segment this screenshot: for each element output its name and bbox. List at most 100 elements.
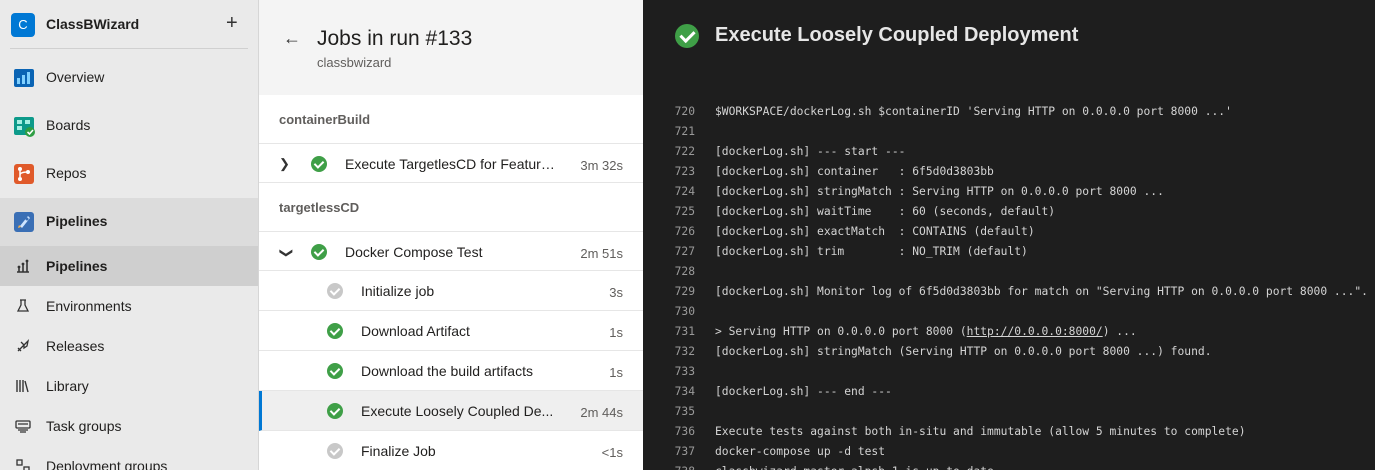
page-title: Jobs in run #133	[317, 27, 473, 50]
nav-item-overview[interactable]: Overview	[0, 54, 258, 102]
chevron-right-icon[interactable]: ❯	[279, 156, 290, 172]
log-line: 722 [dockerLog.sh] --- start ---	[643, 142, 1375, 162]
nav-section-pipelines[interactable]: Pipelines	[0, 198, 258, 246]
deployment-groups-icon	[16, 459, 30, 470]
line-number: 730	[674, 305, 695, 318]
line-number: 733	[674, 365, 695, 378]
nav-item-repos[interactable]: Repos	[0, 150, 258, 198]
job-row[interactable]: ❯ Docker Compose Test 2m 51s	[259, 231, 643, 271]
nav-item-environments[interactable]: Environments	[0, 286, 258, 326]
nav-item-label: Pipelines	[46, 213, 108, 229]
job-duration: 3m 32s	[580, 158, 623, 173]
job-name: Docker Compose Test	[345, 244, 483, 260]
repos-icon	[14, 164, 34, 184]
nav-item-label: Releases	[46, 338, 105, 354]
log-line: 734 [dockerLog.sh] --- end ---	[643, 382, 1375, 402]
line-text: [dockerLog.sh] stringMatch (Serving HTTP…	[715, 345, 1212, 358]
nav-item-library[interactable]: Library	[0, 366, 258, 406]
success-icon	[311, 156, 327, 172]
line-text: [dockerLog.sh] container : 6f5d0d3803bb	[715, 165, 994, 178]
job-row[interactable]: ❯ Execute TargetlesCD for Feature... 3m …	[259, 143, 643, 183]
line-text-segment: ) ...	[1102, 325, 1137, 338]
nav-item-releases[interactable]: Releases	[0, 326, 258, 366]
success-grey-icon	[327, 443, 343, 459]
line-number: 724	[674, 185, 695, 198]
step-duration: <1s	[601, 445, 623, 460]
nav-item-label: Environments	[46, 298, 132, 314]
log-line: 730	[643, 302, 1375, 322]
log-line: 726 [dockerLog.sh] exactMatch : CONTAINS …	[643, 222, 1375, 242]
nav-item-boards[interactable]: Boards	[0, 102, 258, 150]
jobs-header: ← Jobs in run #133 classbwizard	[259, 0, 643, 95]
step-name: Download the build artifacts	[361, 363, 533, 379]
log-line: 720 $WORKSPACE/dockerLog.sh $containerID …	[643, 102, 1375, 122]
pipelines-icon	[17, 259, 29, 273]
nav-item-label: Boards	[46, 117, 91, 133]
nav-item-label: Library	[46, 378, 89, 394]
line-number: 728	[674, 265, 695, 278]
log-line: 723 [dockerLog.sh] container : 6f5d0d3803…	[643, 162, 1375, 182]
success-icon	[327, 403, 343, 419]
line-text: [dockerLog.sh] trim : NO_TRIM (default)	[715, 245, 1028, 258]
success-icon	[327, 363, 343, 379]
line-number: 720	[674, 105, 695, 118]
success-icon	[327, 323, 343, 339]
line-text: Execute tests against both in-situ and i…	[715, 425, 1246, 438]
line-number: 723	[674, 165, 695, 178]
stage-label: targetlessCD	[279, 200, 360, 215]
organization-header: C ClassBWizard +	[0, 0, 259, 48]
line-text: [dockerLog.sh] --- start ---	[715, 145, 906, 158]
line-number: 721	[674, 125, 695, 138]
pipelines-rocket-icon	[14, 212, 34, 232]
line-number: 725	[674, 205, 695, 218]
line-number: 735	[674, 405, 695, 418]
log-lines: 720 $WORKSPACE/dockerLog.sh $containerID …	[643, 102, 1375, 470]
line-text: > Serving HTTP on 0.0.0.0 port 8000 (htt…	[715, 325, 1137, 338]
line-number: 722	[674, 145, 695, 158]
line-text: docker-compose up -d test	[715, 445, 886, 458]
pipeline-name: classbwizard	[317, 55, 392, 70]
line-number: 737	[674, 445, 695, 458]
line-number: 727	[674, 245, 695, 258]
log-line: 738 classbwizard_master_alpsb_1 is up-to-…	[643, 462, 1375, 470]
step-name: Initialize job	[361, 283, 435, 299]
log-title: Execute Loosely Coupled Deployment	[715, 24, 1079, 46]
step-row-selected[interactable]: Execute Loosely Coupled De... 2m 44s	[259, 391, 643, 431]
nav-item-task-groups[interactable]: Task groups	[0, 406, 258, 446]
success-grey-icon	[327, 283, 343, 299]
line-number: 734	[674, 385, 695, 398]
releases-icon	[17, 339, 30, 352]
log-line: 736 Execute tests against both in-situ an…	[643, 422, 1375, 442]
nav-item-pipelines[interactable]: Pipelines	[0, 246, 258, 286]
nav-item-label: Pipelines	[46, 258, 108, 274]
divider	[10, 48, 248, 49]
success-icon	[675, 24, 699, 48]
nav-item-deployment-groups[interactable]: Deployment groups	[0, 446, 258, 470]
job-duration: 2m 51s	[580, 246, 623, 261]
line-text: [dockerLog.sh] waitTime : 60 (seconds, d…	[715, 205, 1056, 218]
add-icon[interactable]: +	[226, 11, 238, 35]
step-row[interactable]: Finalize Job <1s	[259, 431, 643, 470]
log-line: 735	[643, 402, 1375, 422]
organization-name[interactable]: ClassBWizard	[46, 16, 139, 32]
step-name: Finalize Job	[361, 443, 436, 459]
step-row[interactable]: Initialize job 3s	[259, 271, 643, 311]
step-row[interactable]: Download Artifact 1s	[259, 311, 643, 351]
line-number: 732	[674, 345, 695, 358]
line-text: $WORKSPACE/dockerLog.sh $containerID 'Se…	[715, 105, 1232, 118]
back-arrow-icon[interactable]: ←	[283, 28, 301, 49]
step-row[interactable]: Download the build artifacts 1s	[259, 351, 643, 391]
organization-avatar[interactable]: C	[11, 13, 35, 37]
step-duration: 1s	[609, 325, 623, 340]
log-link[interactable]: http://0.0.0.0:8000/	[967, 325, 1103, 338]
log-line: 728	[643, 262, 1375, 282]
chevron-down-icon[interactable]: ❯	[278, 248, 294, 259]
line-text: [dockerLog.sh] Monitor log of 6f5d0d3803…	[715, 285, 1368, 298]
log-line: 731 > Serving HTTP on 0.0.0.0 port 8000 (…	[643, 322, 1375, 342]
line-number: 726	[674, 225, 695, 238]
success-icon	[311, 244, 327, 260]
nav-item-label: Overview	[46, 69, 105, 85]
log-line: 733	[643, 362, 1375, 382]
line-number: 736	[674, 425, 695, 438]
nav-item-label: Deployment groups	[46, 458, 168, 470]
